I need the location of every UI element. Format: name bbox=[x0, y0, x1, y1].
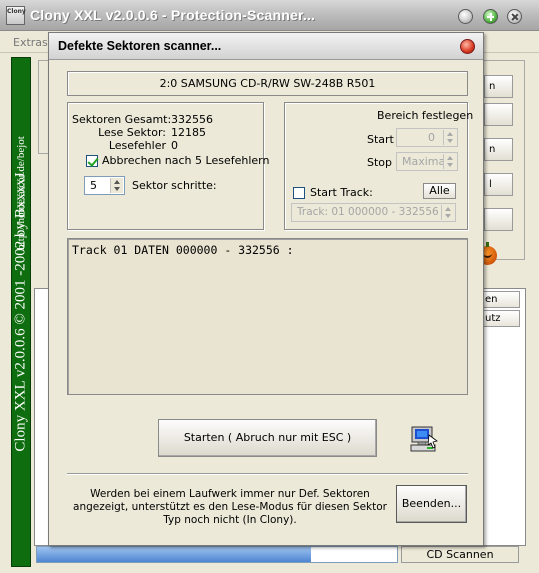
dialog-title: Defekte Sektoren scanner... bbox=[58, 39, 222, 53]
lesefehler-value: 0 bbox=[171, 139, 178, 152]
progress-fill bbox=[37, 547, 311, 562]
background-button[interactable]: n bbox=[484, 138, 513, 161]
stop-value: Maximal bbox=[402, 155, 449, 168]
maximize-button[interactable] bbox=[483, 9, 498, 24]
scan-progress-bar bbox=[36, 546, 398, 563]
background-button[interactable] bbox=[484, 103, 513, 126]
sector-info-group: Sektoren Gesamt: 332556 Lese Sektor: 121… bbox=[67, 102, 269, 230]
spinner-arrows-icon[interactable] bbox=[443, 154, 456, 169]
scan-log: Track 01 DATEN 000000 - 332556 : bbox=[67, 238, 468, 395]
range-group: Bereich festlegen Start 0 Stop Maximal S… bbox=[284, 102, 473, 230]
start-spinner[interactable]: 0 bbox=[396, 128, 458, 147]
separator bbox=[67, 473, 468, 475]
spinner-arrows-icon[interactable] bbox=[110, 178, 123, 193]
info-text: Werden bei einem Laufwerk immer nur Def.… bbox=[73, 488, 387, 526]
bereich-heading: Bereich festlegen bbox=[377, 109, 474, 122]
stop-label: Stop bbox=[367, 156, 393, 169]
abbrechen-label: Abbrechen nach 5 Lesefehlern bbox=[102, 154, 270, 167]
background-tab-label: en bbox=[485, 294, 498, 305]
background-button[interactable]: n bbox=[484, 75, 513, 98]
stop-spinner[interactable]: Maximal bbox=[396, 152, 458, 171]
menu-item-extras[interactable]: Extras bbox=[13, 36, 48, 49]
background-tab-label: utz bbox=[485, 313, 501, 324]
app-window: Clony Clony XXL v2.0.0.6 - Protection-Sc… bbox=[0, 0, 539, 573]
start-label: Start bbox=[367, 133, 394, 146]
start-track-checkbox[interactable] bbox=[293, 187, 305, 199]
background-tab[interactable]: utz bbox=[480, 310, 520, 327]
start-scan-button[interactable]: Starten ( Abruch nur mit ESC ) bbox=[158, 419, 377, 457]
background-button[interactable]: l bbox=[484, 173, 513, 196]
background-tab[interactable]: en bbox=[480, 291, 520, 308]
dialog-close-button[interactable] bbox=[460, 39, 475, 54]
dialog-title-bar[interactable]: Defekte Sektoren scanner... bbox=[49, 33, 483, 60]
defect-sector-scanner-dialog: Defekte Sektoren scanner... 2:0 SAMSUNG … bbox=[48, 32, 484, 546]
abbrechen-checkbox[interactable] bbox=[86, 155, 98, 167]
background-button-label: l bbox=[489, 179, 492, 190]
side-banner: Clony XXL v2.0.0.6 © 2001 -2002 by Bxxxx… bbox=[11, 57, 31, 567]
sektor-schritte-spinner[interactable]: 5 bbox=[84, 176, 125, 195]
sektoren-gesamt-value: 332556 bbox=[171, 113, 213, 126]
minimize-button[interactable] bbox=[458, 9, 473, 24]
track-select-value: Track: 01 000000 - 332556 bbox=[297, 206, 439, 218]
app-icon[interactable]: Clony bbox=[6, 6, 26, 25]
quit-button[interactable]: Beenden... bbox=[396, 485, 467, 523]
sektor-schritte-label: Sektor schritte: bbox=[132, 179, 217, 192]
close-button[interactable] bbox=[507, 9, 522, 24]
background-button-label: n bbox=[489, 81, 496, 92]
main-window-title: Clony XXL v2.0.0.6 - Protection-Scanner.… bbox=[30, 7, 316, 23]
sektoren-gesamt-label: Sektoren Gesamt: bbox=[72, 113, 172, 126]
lesefehler-label: Lesefehler bbox=[108, 139, 166, 152]
spinner-arrows-icon[interactable] bbox=[443, 130, 456, 145]
computer-icon bbox=[410, 426, 438, 452]
lese-sektor-label: Lese Sektor: bbox=[98, 126, 166, 139]
dropdown-arrow-icon[interactable] bbox=[441, 205, 454, 220]
status-cd-scannen: CD Scannen bbox=[401, 546, 519, 563]
banner-url: http://home.arcor.de/bejot bbox=[15, 136, 27, 250]
start-track-label: Start Track: bbox=[310, 186, 373, 199]
alle-button[interactable]: Alle bbox=[423, 183, 456, 199]
background-button[interactable] bbox=[484, 208, 513, 231]
background-button-label: n bbox=[489, 144, 496, 155]
drive-label: 2:0 SAMSUNG CD-R/RW SW-248B R501 bbox=[67, 71, 468, 96]
track-select[interactable]: Track: 01 000000 - 332556 bbox=[291, 203, 456, 222]
main-title-bar[interactable]: Clony Clony XXL v2.0.0.6 - Protection-Sc… bbox=[0, 0, 539, 31]
start-value: 0 bbox=[428, 131, 435, 144]
lese-sektor-value: 12185 bbox=[171, 126, 206, 139]
sektor-schritte-value: 5 bbox=[90, 179, 97, 192]
